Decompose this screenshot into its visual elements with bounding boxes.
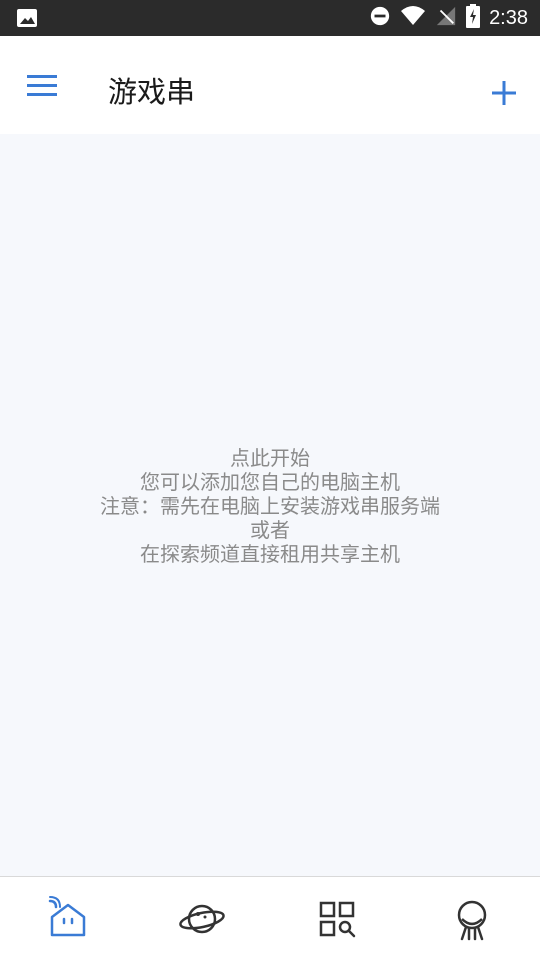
wifi-icon <box>400 5 426 31</box>
status-time: 2:38 <box>489 6 528 29</box>
plus-icon[interactable] <box>484 73 524 113</box>
battery-charging-icon <box>466 4 481 32</box>
nav-home-icon[interactable] <box>44 895 92 943</box>
main-content: 点此开始 您可以添加您自己的电脑主机 注意：需先在电脑上安装游戏串服务端 或者 … <box>0 134 540 876</box>
nav-grid-search-icon[interactable] <box>313 895 361 943</box>
hamburger-menu-icon[interactable] <box>22 66 62 106</box>
empty-state-line-or: 或者 <box>250 518 290 542</box>
image-notification-icon <box>16 7 38 29</box>
empty-state-hint[interactable]: 点此开始 您可以添加您自己的电脑主机 注意：需先在电脑上安装游戏串服务端 或者 … <box>0 446 540 566</box>
nav-planet-icon[interactable] <box>178 895 226 943</box>
status-bar: 2:38 <box>0 0 540 36</box>
empty-state-line-rent: 在探索频道直接租用共享主机 <box>140 542 400 566</box>
empty-state-line-start: 点此开始 <box>230 446 310 470</box>
page-title: 游戏串 <box>108 75 196 109</box>
no-signal-icon <box>435 5 457 31</box>
do-not-disturb-icon <box>369 5 391 31</box>
empty-state-line-note: 注意：需先在电脑上安装游戏串服务端 <box>100 494 440 518</box>
nav-profile-icon[interactable] <box>448 895 496 943</box>
empty-state-line-add: 您可以添加您自己的电脑主机 <box>140 470 400 494</box>
app-bar: 游戏串 <box>0 36 540 134</box>
bottom-navigation <box>0 876 540 960</box>
